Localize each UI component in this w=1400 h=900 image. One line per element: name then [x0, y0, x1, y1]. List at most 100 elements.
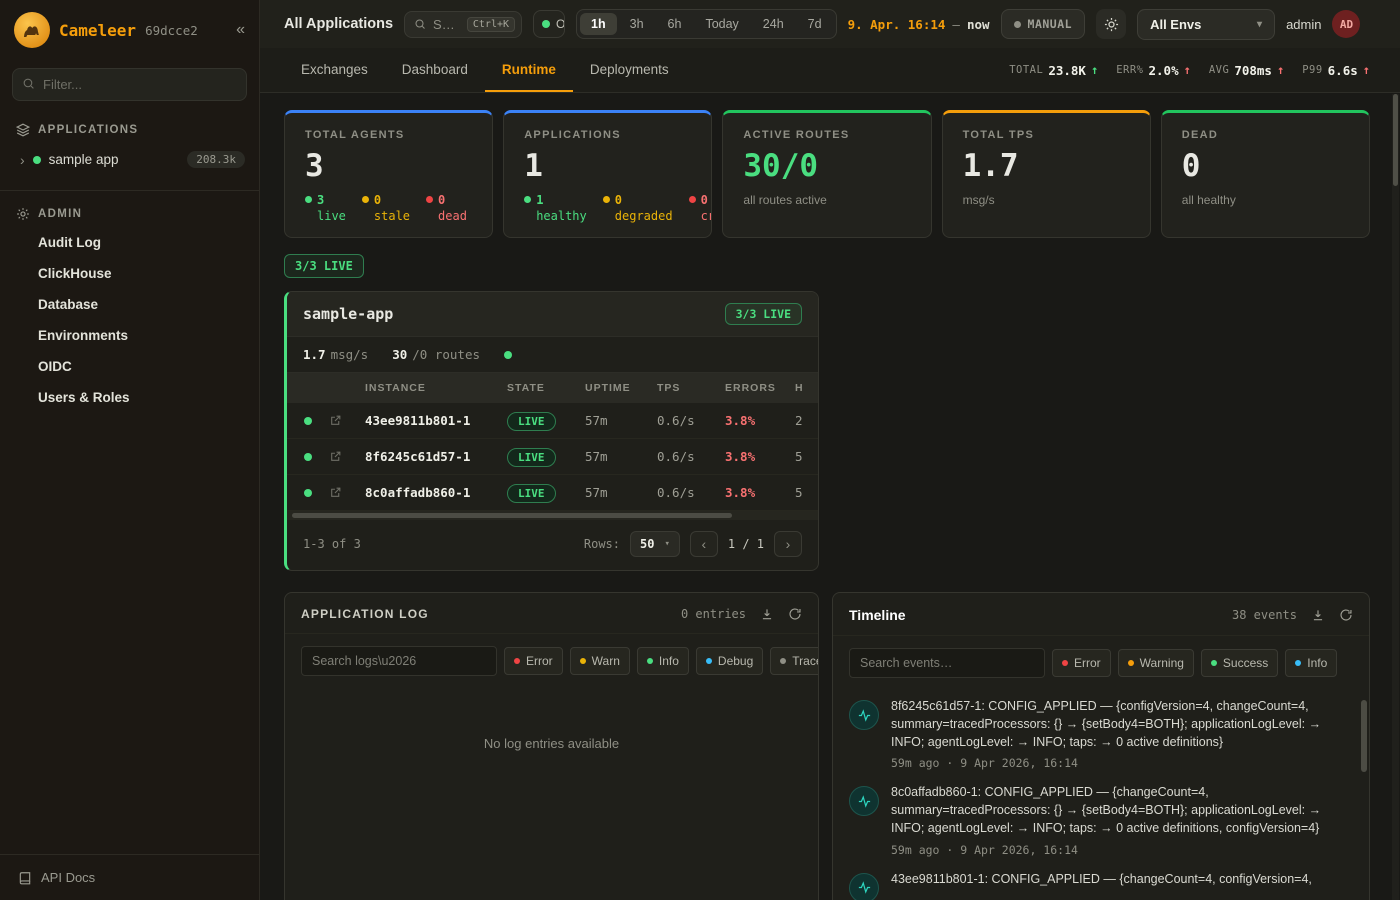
stat-total-label: TOTAL [1009, 64, 1043, 76]
tab-runtime[interactable]: Runtime [485, 48, 573, 92]
timeline-scroll-thumb[interactable] [1361, 700, 1367, 772]
refresh-mode-button[interactable]: MANUAL [1001, 9, 1086, 39]
timeline-header: Timeline 38 events [833, 593, 1369, 636]
timeline-event[interactable]: 43ee9811b801-1: CONFIG_APPLIED — {change… [849, 871, 1347, 900]
environment-select[interactable]: All Envs ▾ [1137, 9, 1275, 40]
card-title: APPLICATIONS [524, 129, 691, 141]
timeline-filter-warning[interactable]: Warning [1118, 649, 1194, 677]
sidebar-item-environments[interactable]: Environments [0, 320, 259, 351]
timeline-filter-info[interactable]: Info [1285, 649, 1337, 677]
event-text: 43ee9811b801-1: CONFIG_APPLIED — {change… [891, 871, 1312, 889]
log-filter-trace[interactable]: Trace [770, 647, 819, 675]
range-24h-button[interactable]: 24h [752, 13, 795, 35]
log-filter-debug[interactable]: Debug [696, 647, 763, 675]
horizontal-scrollbar[interactable] [287, 511, 818, 520]
activity-icon [849, 873, 879, 900]
external-link-icon[interactable] [329, 450, 365, 463]
sidebar-item-sample-app[interactable]: › sample app 208.3k [0, 143, 259, 176]
refresh-icon[interactable] [1339, 608, 1353, 622]
trend-up-icon: ↑ [1277, 63, 1284, 77]
log-search-input[interactable] [301, 646, 497, 676]
sidebar-collapse-button[interactable]: « [236, 22, 245, 38]
tab-dashboard[interactable]: Dashboard [385, 48, 485, 92]
event-text: 8c0affadb860-1: CONFIG_APPLIED — {change… [891, 784, 1347, 837]
theme-toggle-button[interactable] [1096, 9, 1126, 39]
trend-up-icon: ↑ [1091, 63, 1098, 77]
tab-exchanges[interactable]: Exchanges [284, 48, 385, 92]
warning-dot [1128, 660, 1134, 666]
download-icon[interactable] [760, 607, 774, 621]
sidebar-item-audit-log[interactable]: Audit Log [0, 227, 259, 258]
tps-value: 0.6/s [657, 413, 725, 428]
breakdown-label: criti [701, 208, 713, 224]
sun-icon [1104, 17, 1119, 32]
book-icon [18, 871, 32, 885]
online-indicator[interactable]: O [533, 10, 565, 38]
trace-dot [780, 658, 786, 664]
timeline-search-input[interactable] [849, 648, 1045, 678]
timeline-event[interactable]: 8f6245c61d57-1: CONFIG_APPLIED — {config… [849, 698, 1347, 770]
col-heap: H [795, 382, 818, 394]
next-page-button[interactable]: › [774, 531, 802, 557]
log-filter-error[interactable]: Error [504, 647, 563, 675]
stat-card-dead: DEAD 0 all healthy [1161, 110, 1370, 238]
event-timestamp: 59m ago · 9 Apr 2026, 16:14 [891, 756, 1347, 770]
api-docs-link[interactable]: API Docs [0, 854, 259, 900]
app-tps-value: 1.7 [303, 347, 326, 362]
table-footer: 1-3 of 3 Rows: 50 ▾ ‹ 1 / 1 › [287, 520, 818, 570]
chevron-down-icon: ▾ [1257, 19, 1262, 30]
event-text: 8f6245c61d57-1: CONFIG_APPLIED — {config… [891, 698, 1347, 751]
timeline-filter-success[interactable]: Success [1201, 649, 1278, 677]
activity-icon [849, 786, 879, 816]
instance-id: 8f6245c61d57-1 [365, 449, 507, 464]
page-scrollbar[interactable] [1392, 94, 1399, 900]
external-link-icon[interactable] [329, 414, 365, 427]
log-filter-info[interactable]: Info [637, 647, 689, 675]
log-empty-state: No log entries available [285, 688, 818, 751]
instance-row[interactable]: 8f6245c61d57-1 LIVE 57m 0.6/s 3.8% 5 [287, 439, 818, 475]
row-range-label: 1-3 of 3 [303, 537, 361, 551]
tab-deployments[interactable]: Deployments [573, 48, 686, 92]
global-search[interactable]: S… Ctrl+K [404, 11, 522, 38]
range-today-button[interactable]: Today [694, 13, 749, 35]
user-avatar[interactable]: AD [1332, 10, 1360, 38]
sidebar-item-clickhouse[interactable]: ClickHouse [0, 258, 259, 289]
info-dot [647, 658, 653, 664]
heap-value: 5 [795, 485, 818, 500]
app-count-badge: 208.3k [187, 151, 245, 168]
app-health-dot [504, 351, 512, 359]
event-timestamp: 59m ago · 9 Apr 2026, 16:14 [891, 843, 1347, 857]
sidebar-item-users-roles[interactable]: Users & Roles [0, 382, 259, 413]
applications-section-header: APPLICATIONS [0, 117, 259, 143]
online-status-dot [542, 20, 550, 28]
range-1h-button[interactable]: 1h [580, 13, 617, 35]
refresh-icon[interactable] [788, 607, 802, 621]
prev-page-button[interactable]: ‹ [690, 531, 718, 557]
log-filter-warn[interactable]: Warn [570, 647, 630, 675]
horizontal-scroll-thumb[interactable] [292, 513, 732, 518]
page-scroll-thumb[interactable] [1393, 94, 1398, 186]
time-from: 9. Apr. 16:14 [848, 17, 946, 32]
download-icon[interactable] [1311, 608, 1325, 622]
search-shortcut-kbd: Ctrl+K [467, 17, 515, 32]
rows-per-page-label: Rows: [584, 537, 620, 551]
state-badge: LIVE [507, 484, 556, 503]
col-state: STATE [507, 382, 585, 394]
activity-icon [849, 700, 879, 730]
chevron-expand-icon[interactable]: › [20, 152, 25, 168]
timeline-filter-error[interactable]: Error [1052, 649, 1111, 677]
instance-row[interactable]: 8c0affadb860-1 LIVE 57m 0.6/s 3.8% 5 [287, 475, 818, 511]
rows-per-page-select[interactable]: 50 ▾ [630, 531, 680, 557]
sidebar-item-database[interactable]: Database [0, 289, 259, 320]
range-3h-button[interactable]: 3h [619, 13, 655, 35]
instance-row[interactable]: 43ee9811b801-1 LIVE 57m 0.6/s 3.8% 2 [287, 403, 818, 439]
sidebar-filter-input[interactable] [12, 68, 247, 101]
range-6h-button[interactable]: 6h [657, 13, 693, 35]
breakdown-label: dead [438, 208, 467, 224]
external-link-icon[interactable] [329, 486, 365, 499]
critical-dot [689, 196, 696, 203]
timeline-event[interactable]: 8c0affadb860-1: CONFIG_APPLIED — {change… [849, 784, 1347, 856]
sidebar-item-oidc[interactable]: OIDC [0, 351, 259, 382]
heap-value: 5 [795, 449, 818, 464]
range-7d-button[interactable]: 7d [797, 13, 833, 35]
